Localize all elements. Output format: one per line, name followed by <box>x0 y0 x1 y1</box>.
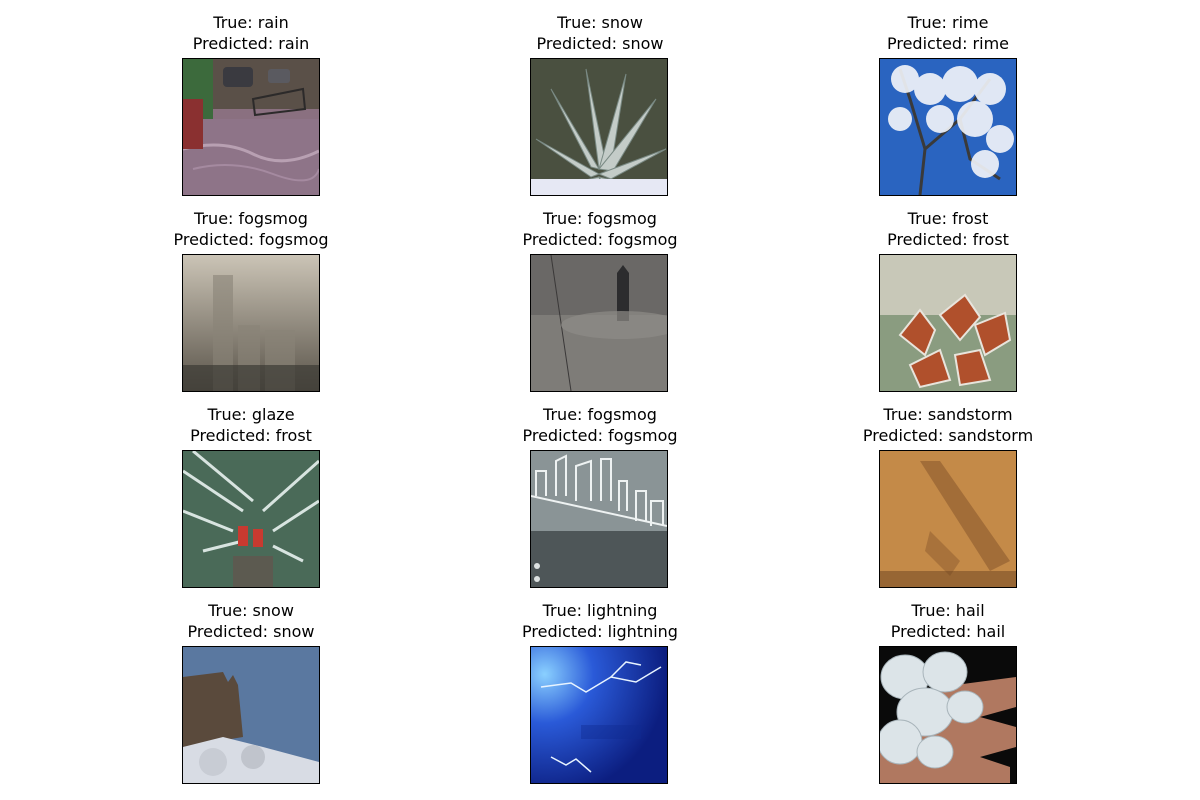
grid-cell-9: True: sandstorm Predicted: sandstorm <box>798 404 1098 600</box>
predicted-label: Predicted: fogsmog <box>522 426 678 445</box>
frosted-leaves-image <box>879 254 1017 392</box>
predicted-label: Predicted: snow <box>187 622 315 641</box>
cell-title: True: snow Predicted: snow <box>450 12 750 54</box>
grid-cell-10: True: snow Predicted: snow <box>101 600 401 796</box>
cell-title: True: glaze Predicted: frost <box>101 404 401 446</box>
smoggy-skyline-image <box>182 254 320 392</box>
street-flood-image <box>182 58 320 196</box>
lightning-image <box>530 646 668 784</box>
cell-title: True: fogsmog Predicted: fogsmog <box>450 208 750 250</box>
predicted-label: Predicted: fogsmog <box>173 230 329 249</box>
true-label: True: hail <box>911 601 985 620</box>
predicted-label: Predicted: fogsmog <box>522 230 678 249</box>
true-label: True: snow <box>557 13 643 32</box>
predicted-label: Predicted: rain <box>192 34 310 53</box>
cell-title: True: fogsmog Predicted: fogsmog <box>101 208 401 250</box>
grid-cell-3: True: rime Predicted: rime <box>798 12 1098 208</box>
sandstorm-image <box>879 450 1017 588</box>
true-label: True: fogsmog <box>543 209 657 228</box>
cell-title: True: frost Predicted: frost <box>798 208 1098 250</box>
cell-title: True: rime Predicted: rime <box>798 12 1098 54</box>
snow-agave-image <box>530 58 668 196</box>
hailstones-image <box>879 646 1017 784</box>
grid-cell-4: True: fogsmog Predicted: fogsmog <box>101 208 401 404</box>
icy-trees-image <box>182 450 320 588</box>
grid-cell-2: True: snow Predicted: snow <box>450 12 750 208</box>
snowy-wall-image <box>182 646 320 784</box>
true-label: True: frost <box>907 209 989 228</box>
grid-cell-1: True: rain Predicted: rain <box>101 12 401 208</box>
predicted-label: Predicted: sandstorm <box>862 426 1034 445</box>
true-label: True: snow <box>208 601 294 620</box>
grid-cell-5: True: fogsmog Predicted: fogsmog <box>450 208 750 404</box>
true-label: True: lightning <box>542 601 658 620</box>
tower-in-fog-image <box>530 254 668 392</box>
cell-title: True: sandstorm Predicted: sandstorm <box>798 404 1098 446</box>
true-label: True: fogsmog <box>543 405 657 424</box>
cell-title: True: fogsmog Predicted: fogsmog <box>450 404 750 446</box>
true-label: True: rain <box>213 13 289 32</box>
cell-title: True: hail Predicted: hail <box>798 600 1098 642</box>
predicted-label: Predicted: frost <box>887 230 1009 249</box>
predicted-label: Predicted: snow <box>536 34 664 53</box>
true-label: True: rime <box>907 13 989 32</box>
rime-tree-image <box>879 58 1017 196</box>
predicted-label: Predicted: hail <box>890 622 1006 641</box>
grid-cell-7: True: glaze Predicted: frost <box>101 404 401 600</box>
grid-cell-6: True: frost Predicted: frost <box>798 208 1098 404</box>
predicted-label: Predicted: frost <box>190 426 312 445</box>
cell-title: True: snow Predicted: snow <box>101 600 401 642</box>
true-label: True: glaze <box>207 405 295 424</box>
predicted-label: Predicted: lightning <box>522 622 678 641</box>
foggy-city-outline-image <box>530 450 668 588</box>
grid-cell-11: True: lightning Predicted: lightning <box>450 600 750 796</box>
predicted-label: Predicted: rime <box>886 34 1010 53</box>
cell-title: True: rain Predicted: rain <box>101 12 401 54</box>
cell-title: True: lightning Predicted: lightning <box>450 600 750 642</box>
grid-cell-12: True: hail Predicted: hail <box>798 600 1098 796</box>
grid-cell-8: True: fogsmog Predicted: fogsmog <box>450 404 750 600</box>
true-label: True: sandstorm <box>883 405 1013 424</box>
true-label: True: fogsmog <box>194 209 308 228</box>
